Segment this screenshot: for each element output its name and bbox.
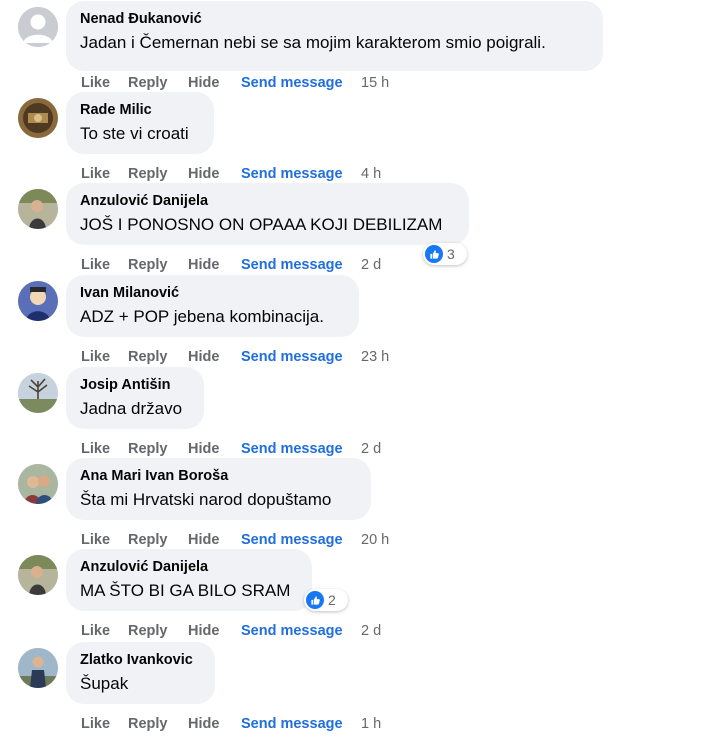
comment-bubble: Ana Mari Ivan Boroša Šta mi Hrvatski nar… xyxy=(66,458,371,520)
avatar[interactable] xyxy=(18,464,58,504)
reaction-badge[interactable]: 3 xyxy=(423,243,467,265)
reaction-count: 2 xyxy=(328,592,336,608)
default-avatar-icon[interactable] xyxy=(18,7,58,47)
like-icon xyxy=(425,245,443,263)
comment-bubble: Anzulović Danijela JOŠ I PONOSNO ON OPAA… xyxy=(66,183,469,245)
comment: Anzulović Danijela MA ŠTO BI GA BILO SRA… xyxy=(0,549,726,646)
like-button[interactable]: Like xyxy=(81,623,110,639)
reply-button[interactable]: Reply xyxy=(128,75,168,91)
hide-button[interactable]: Hide xyxy=(188,716,219,732)
avatar[interactable] xyxy=(18,98,58,138)
hide-button[interactable]: Hide xyxy=(188,441,219,457)
comment: Nenad Đukanović Jadan i Čemernan nebi se… xyxy=(0,1,726,98)
comment: Ana Mari Ivan Boroša Šta mi Hrvatski nar… xyxy=(0,458,726,555)
hide-button[interactable]: Hide xyxy=(188,532,219,548)
comment: Ivan Milanović ADZ + POP jebena kombinac… xyxy=(0,275,726,372)
reaction-count: 3 xyxy=(447,246,455,262)
send-message-button[interactable]: Send message xyxy=(241,623,343,639)
like-button[interactable]: Like xyxy=(81,349,110,365)
comment-timestamp[interactable]: 23 h xyxy=(361,349,389,365)
comment-timestamp[interactable]: 15 h xyxy=(361,75,389,91)
comment-author[interactable]: Ana Mari Ivan Boroša xyxy=(80,467,357,485)
comment-text: Šta mi Hrvatski narod dopuštamo xyxy=(80,490,332,509)
comment-bubble: Josip Antišin Jadna državo xyxy=(66,367,204,429)
comment-text: To ste vi croati xyxy=(80,124,189,143)
like-button[interactable]: Like xyxy=(81,441,110,457)
comment-text: ADZ + POP jebena kombinacija. xyxy=(80,307,324,326)
comment: Anzulović Danijela JOŠ I PONOSNO ON OPAA… xyxy=(0,183,726,280)
comment: Josip Antišin Jadna državo Like Reply Hi… xyxy=(0,367,726,464)
hide-button[interactable]: Hide xyxy=(188,166,219,182)
reply-button[interactable]: Reply xyxy=(128,166,168,182)
comment-text: Šupak xyxy=(80,674,129,693)
like-icon xyxy=(306,591,324,609)
reply-button[interactable]: Reply xyxy=(128,349,168,365)
comment-author[interactable]: Rade Milic xyxy=(80,101,200,119)
hide-button[interactable]: Hide xyxy=(188,257,219,273)
comment-timestamp[interactable]: 2 d xyxy=(361,623,381,639)
send-message-button[interactable]: Send message xyxy=(241,441,343,457)
avatar[interactable] xyxy=(18,648,58,688)
comment-bubble: Anzulović Danijela MA ŠTO BI GA BILO SRA… xyxy=(66,549,312,611)
like-button[interactable]: Like xyxy=(81,257,110,273)
hide-button[interactable]: Hide xyxy=(188,75,219,91)
like-button[interactable]: Like xyxy=(81,75,110,91)
comment-bubble: Zlatko Ivankovic Šupak xyxy=(66,642,215,704)
send-message-button[interactable]: Send message xyxy=(241,75,343,91)
comment-bubble: Rade Milic To ste vi croati xyxy=(66,92,214,154)
reply-button[interactable]: Reply xyxy=(128,257,168,273)
comment-author[interactable]: Anzulović Danijela xyxy=(80,192,455,210)
reply-button[interactable]: Reply xyxy=(128,716,168,732)
comment-bubble: Nenad Đukanović Jadan i Čemernan nebi se… xyxy=(66,1,603,71)
comment-bubble: Ivan Milanović ADZ + POP jebena kombinac… xyxy=(66,275,359,337)
comment-text: Jadan i Čemernan nebi se sa mojim karakt… xyxy=(80,33,546,52)
reply-button[interactable]: Reply xyxy=(128,623,168,639)
avatar[interactable] xyxy=(18,281,58,321)
comment-author[interactable]: Anzulović Danijela xyxy=(80,558,298,576)
comment-timestamp[interactable]: 1 h xyxy=(361,716,381,732)
reply-button[interactable]: Reply xyxy=(128,441,168,457)
send-message-button[interactable]: Send message xyxy=(241,166,343,182)
avatar[interactable] xyxy=(18,555,58,595)
comment: Rade Milic To ste vi croati Like Reply H… xyxy=(0,92,726,189)
like-button[interactable]: Like xyxy=(81,532,110,548)
comment-author[interactable]: Nenad Đukanović xyxy=(80,10,589,28)
comment-author[interactable]: Josip Antišin xyxy=(80,376,190,394)
comment-author[interactable]: Ivan Milanović xyxy=(80,284,345,302)
comment-timestamp[interactable]: 20 h xyxy=(361,532,389,548)
send-message-button[interactable]: Send message xyxy=(241,716,343,732)
comment-timestamp[interactable]: 4 h xyxy=(361,166,381,182)
comment-text: Jadna državo xyxy=(80,399,183,418)
comment-timestamp[interactable]: 2 d xyxy=(361,441,381,457)
like-button[interactable]: Like xyxy=(81,166,110,182)
avatar[interactable] xyxy=(18,373,58,413)
comment-text: JOŠ I PONOSNO ON OPAAA KOJI DEBILIZAM xyxy=(80,215,443,234)
avatar[interactable] xyxy=(18,189,58,229)
like-button[interactable]: Like xyxy=(81,716,110,732)
send-message-button[interactable]: Send message xyxy=(241,257,343,273)
comment: Zlatko Ivankovic Šupak Like Reply Hide S… xyxy=(0,642,726,739)
hide-button[interactable]: Hide xyxy=(188,349,219,365)
comment-author[interactable]: Zlatko Ivankovic xyxy=(80,651,201,669)
comment-text: MA ŠTO BI GA BILO SRAM xyxy=(80,581,291,600)
reply-button[interactable]: Reply xyxy=(128,532,168,548)
send-message-button[interactable]: Send message xyxy=(241,532,343,548)
reaction-badge[interactable]: 2 xyxy=(304,589,348,611)
comment-timestamp[interactable]: 2 d xyxy=(361,257,381,273)
send-message-button[interactable]: Send message xyxy=(241,349,343,365)
hide-button[interactable]: Hide xyxy=(188,623,219,639)
